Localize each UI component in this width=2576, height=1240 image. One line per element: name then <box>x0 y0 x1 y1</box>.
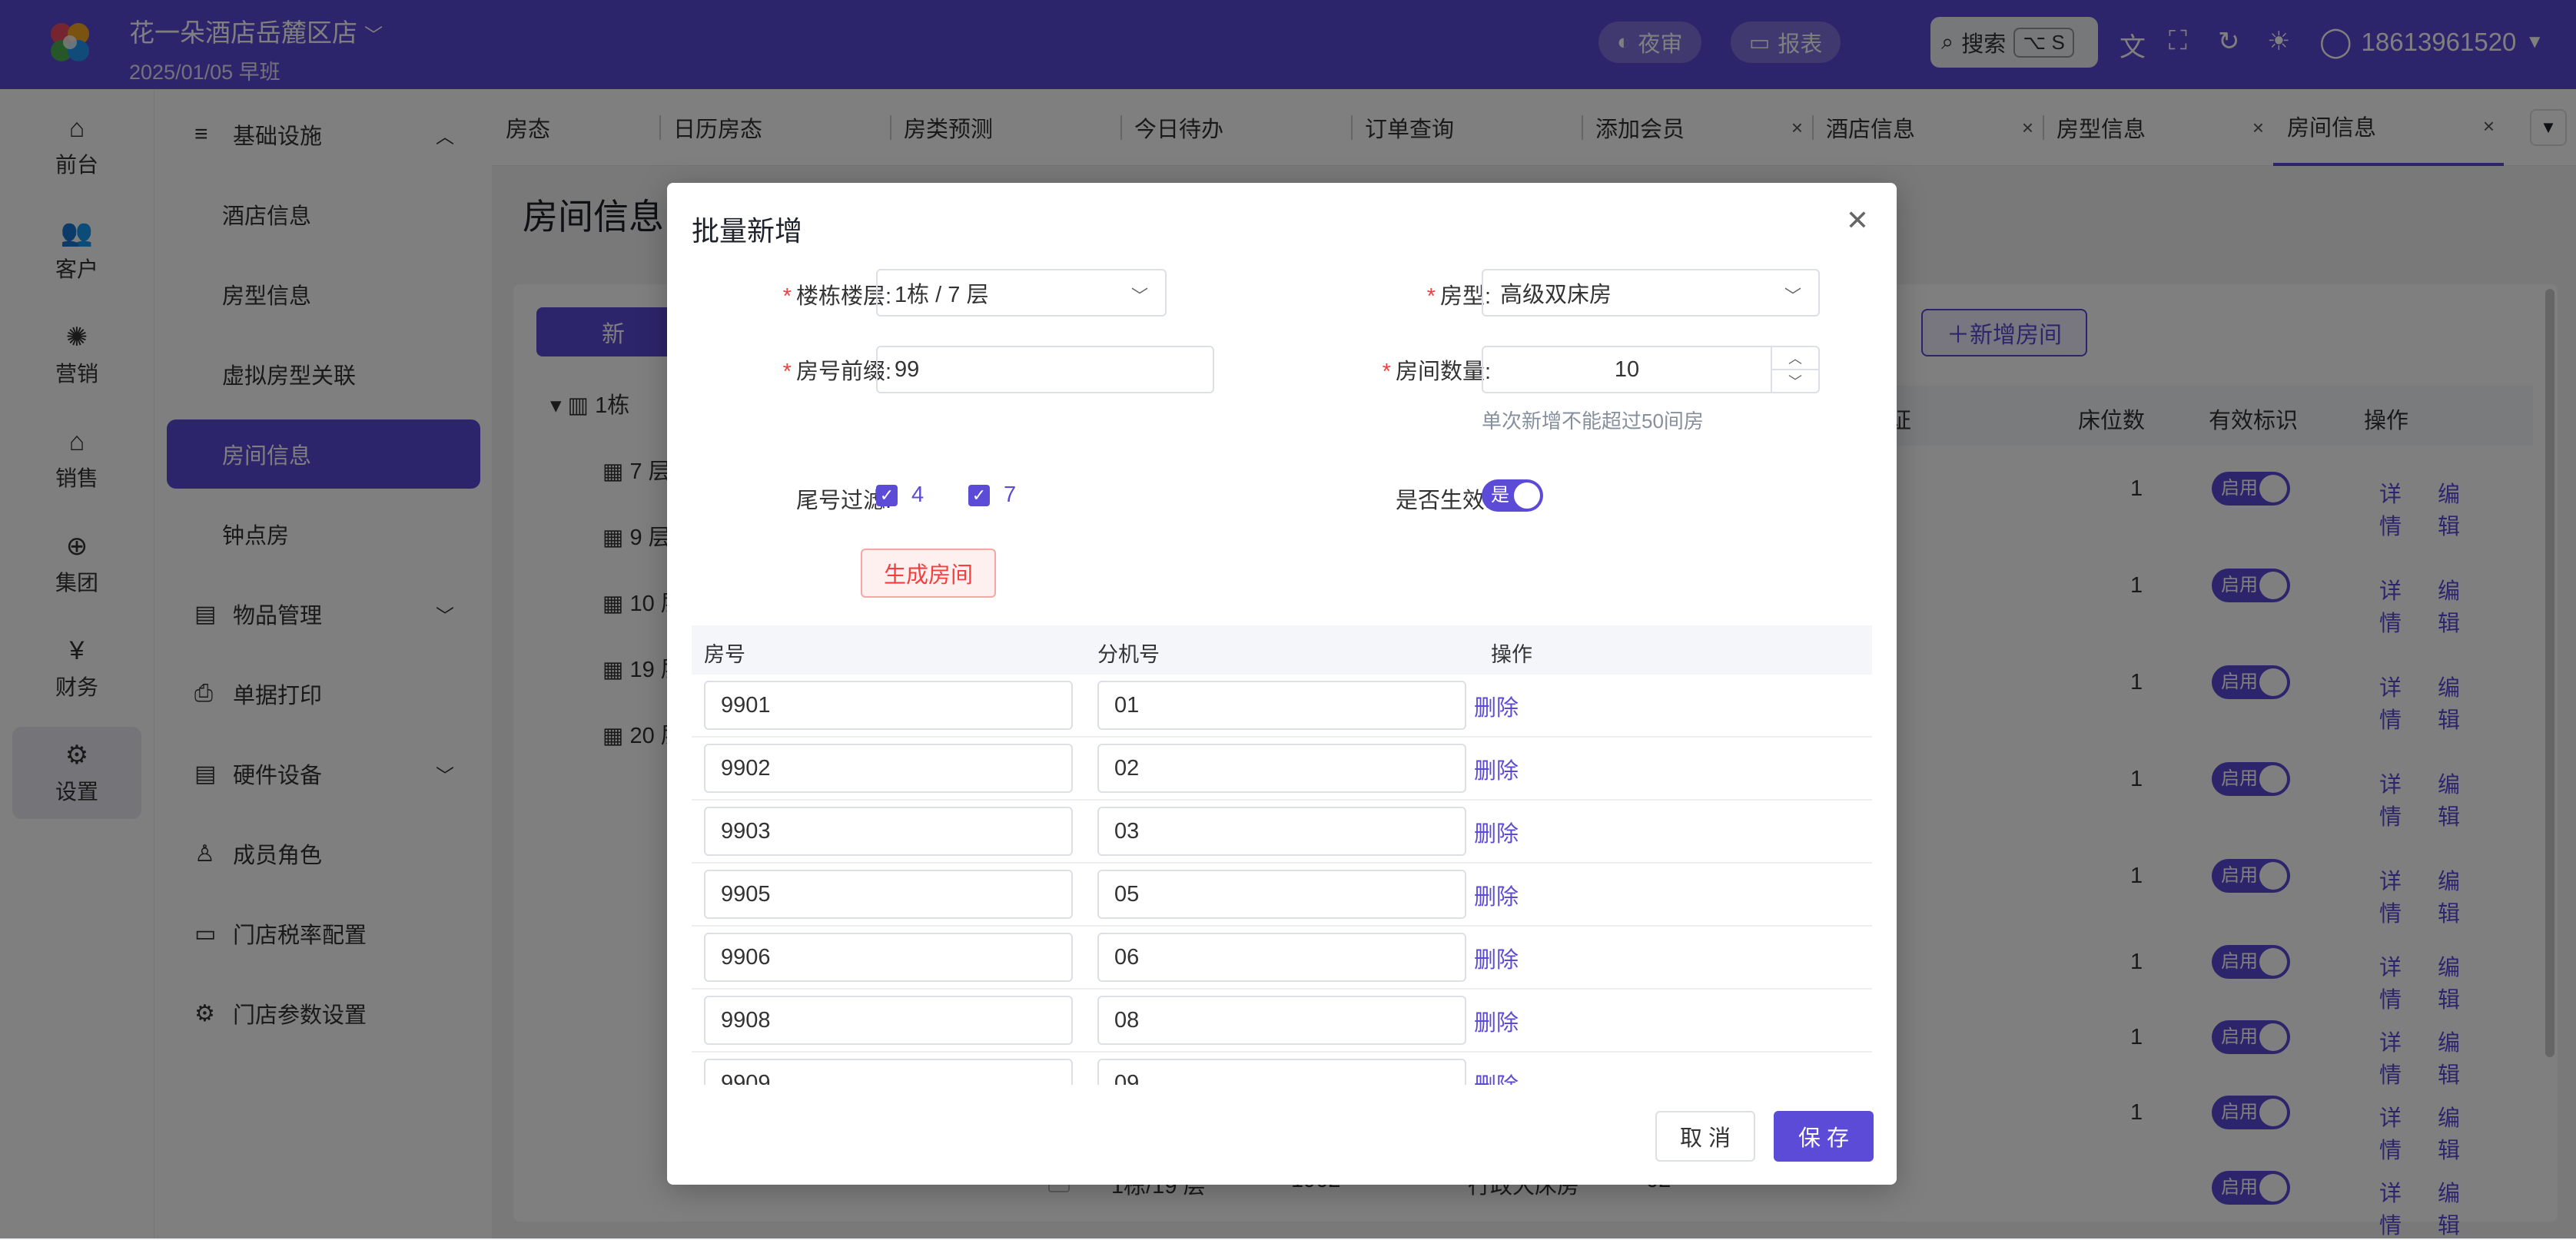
generate-rooms-button[interactable]: 生成房间 <box>861 549 996 598</box>
input-value: 9901 <box>721 692 771 718</box>
input-value: 9905 <box>721 881 771 907</box>
extension-input[interactable]: 06 <box>1097 933 1466 982</box>
column-header: 操作 <box>1491 643 1532 666</box>
checkbox-label: 4 <box>911 482 925 507</box>
extension-input[interactable]: 01 <box>1097 681 1466 730</box>
field-label: 是否生效: <box>1395 489 1491 513</box>
close-icon[interactable]: ✕ <box>1846 204 1869 237</box>
rooms-table-header: 房号 分机号 操作 <box>692 625 1872 675</box>
select-value: 高级双床房 <box>1500 283 1612 307</box>
count-hint: 单次新增不能超过50间房 <box>1482 409 1704 433</box>
input-value: 08 <box>1114 1007 1140 1033</box>
input-value: 06 <box>1114 944 1140 970</box>
select-value: 1栋 / 7 层 <box>895 283 989 307</box>
delete-link[interactable]: 删除 <box>1474 690 1519 722</box>
column-header: 房号 <box>704 643 745 666</box>
room-row: 9908 08 删除 <box>692 990 1872 1053</box>
input-value: 02 <box>1114 755 1140 781</box>
input-value: 01 <box>1114 692 1140 718</box>
room-number-input[interactable]: 9905 <box>704 870 1073 919</box>
room-row: 9906 06 删除 <box>692 927 1872 990</box>
delete-link[interactable]: 删除 <box>1474 816 1519 848</box>
extension-input[interactable]: 03 <box>1097 807 1466 856</box>
cancel-button[interactable]: 取 消 <box>1655 1111 1755 1162</box>
delete-link[interactable]: 删除 <box>1474 942 1519 974</box>
required-mark: * <box>1382 360 1391 384</box>
input-value: 9909 <box>721 1070 771 1086</box>
chevron-up-icon[interactable]: ︿ <box>1772 347 1818 370</box>
chevron-down-icon[interactable]: ﹀ <box>1772 370 1818 392</box>
room-type-label: * 房型: <box>1320 278 1491 310</box>
room-row: 9905 05 删除 <box>692 864 1872 927</box>
input-value: 09 <box>1114 1070 1140 1086</box>
input-value: 05 <box>1114 881 1140 907</box>
delete-link[interactable]: 删除 <box>1474 1005 1519 1037</box>
batch-add-dialog: 批量新增 ✕ * 楼栋楼层: 1栋 / 7 层 ﹀ * 房型: 高级双床房 ﹀ * 房号前… <box>667 183 1897 1185</box>
room-number-input[interactable]: 9902 <box>704 744 1073 793</box>
delete-link[interactable]: 删除 <box>1474 753 1519 785</box>
cancel-label: 取 消 <box>1679 1126 1731 1151</box>
number-stepper: ︿ ﹀ <box>1771 347 1818 392</box>
check-icon: ✓ <box>968 484 990 506</box>
dialog-title: 批量新增 <box>692 215 803 247</box>
room-row: 9909 09 删除 <box>692 1053 1872 1085</box>
filter-label: 尾号过滤: <box>713 482 891 515</box>
input-value: 03 <box>1114 818 1140 844</box>
room-number-input[interactable]: 9909 <box>704 1059 1073 1085</box>
rooms-scroll-area[interactable]: 9901 01 删除 9902 02 删除 9903 03 删除 9905 05 删除 9906 06 删除… <box>667 675 1897 1085</box>
delete-link[interactable]: 删除 <box>1474 1068 1519 1085</box>
room-number-input[interactable]: 9906 <box>704 933 1073 982</box>
count-label: * 房间数量: <box>1320 353 1491 386</box>
required-mark: * <box>1426 284 1436 309</box>
extension-input[interactable]: 05 <box>1097 870 1466 919</box>
checkbox-label: 7 <box>1004 482 1017 507</box>
filter-checkbox-7[interactable]: ✓ 7 <box>968 482 1016 508</box>
active-switch[interactable]: 是 <box>1482 479 1543 512</box>
check-icon: ✓ <box>876 484 898 506</box>
building-floor-select[interactable]: 1栋 / 7 层 ﹀ <box>876 269 1167 317</box>
building-label: * 楼栋楼层: <box>713 278 891 310</box>
room-row: 9901 01 删除 <box>692 675 1872 738</box>
room-row: 9903 03 删除 <box>692 801 1872 864</box>
input-value: 10 <box>1614 356 1640 382</box>
column-header: 分机号 <box>1097 643 1160 666</box>
field-label: 房间数量: <box>1395 360 1491 384</box>
save-label: 保 存 <box>1798 1126 1850 1151</box>
filter-checkbox-4[interactable]: ✓ 4 <box>876 482 924 508</box>
room-row: 9902 02 删除 <box>692 738 1872 801</box>
active-label: 是否生效: <box>1320 482 1491 515</box>
room-number-input[interactable]: 9901 <box>704 681 1073 730</box>
extension-input[interactable]: 09 <box>1097 1059 1466 1085</box>
save-button[interactable]: 保 存 <box>1774 1111 1874 1162</box>
delete-link[interactable]: 删除 <box>1474 879 1519 911</box>
extension-input[interactable]: 08 <box>1097 996 1466 1045</box>
input-value: 99 <box>895 356 920 382</box>
input-value: 9908 <box>721 1007 771 1033</box>
extension-input[interactable]: 02 <box>1097 744 1466 793</box>
prefix-input[interactable]: 99 <box>876 346 1214 393</box>
room-type-select[interactable]: 高级双床房 ﹀ <box>1482 269 1820 317</box>
input-value: 9903 <box>721 818 771 844</box>
input-value: 9906 <box>721 944 771 970</box>
room-number-input[interactable]: 9908 <box>704 996 1073 1045</box>
input-value: 9902 <box>721 755 771 781</box>
generate-label: 生成房间 <box>883 563 973 588</box>
room-count-input[interactable]: 10 ︿ ﹀ <box>1482 346 1820 393</box>
switch-label: 是 <box>1491 485 1509 506</box>
chevron-down-icon: ﹀ <box>1130 287 1148 306</box>
required-mark: * <box>782 360 792 384</box>
room-number-input[interactable]: 9903 <box>704 807 1073 856</box>
chevron-down-icon: ﹀ <box>1784 287 1801 306</box>
required-mark: * <box>782 284 792 309</box>
prefix-label: * 房号前缀: <box>713 353 891 386</box>
